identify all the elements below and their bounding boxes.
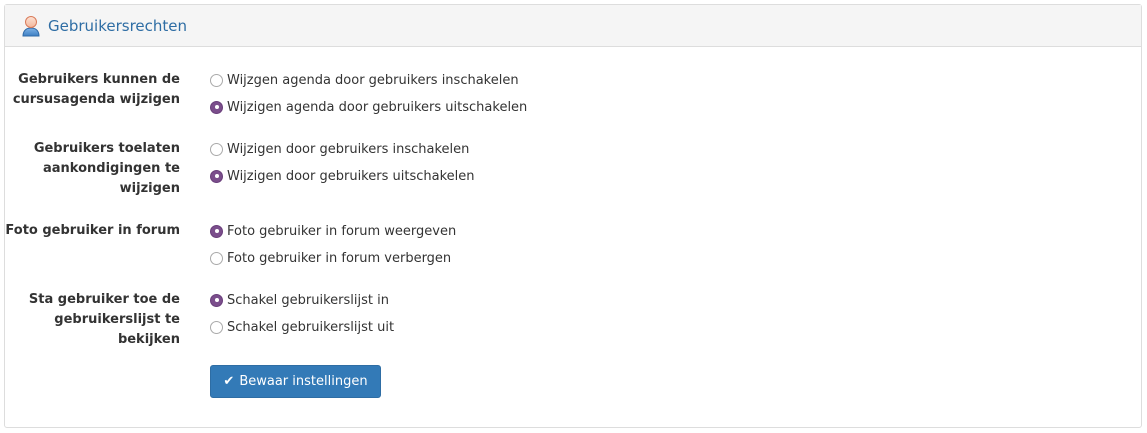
radio-label: Wijzigen agenda door gebruikers uitschak…	[227, 99, 528, 115]
radio-label: Foto gebruiker in forum verbergen	[227, 250, 452, 266]
radio-agenda-disable[interactable]: Wijzigen agenda door gebruikers uitschak…	[210, 97, 527, 117]
radio-button[interactable]	[210, 293, 223, 307]
check-icon: ✔	[223, 374, 235, 389]
radio-button[interactable]	[210, 320, 223, 334]
radio-button[interactable]	[210, 73, 223, 87]
radio-announcements-disable[interactable]: Wijzigen door gebruikers uitschakelen	[210, 166, 474, 186]
radio-button[interactable]	[210, 224, 223, 238]
radio-button[interactable]	[210, 251, 223, 265]
save-button-label: Bewaar instellingen	[239, 374, 368, 389]
radio-label: Foto gebruiker in forum weergeven	[227, 223, 457, 239]
radio-label: Schakel gebruikerslijst in	[227, 292, 389, 308]
save-settings-button[interactable]: ✔ Bewaar instellingen	[210, 365, 381, 398]
setting-label-userlist: Sta gebruiker toe de gebruikerslijst te …	[28, 292, 180, 347]
panel-title: Gebruikersrechten	[48, 16, 188, 35]
user-icon	[21, 15, 41, 37]
radio-userlist-disable[interactable]: Schakel gebruikerslijst uit	[210, 317, 394, 337]
radio-button[interactable]	[210, 142, 223, 156]
user-rights-panel: Gebruikersrechten Gebruikers kunnen de c…	[4, 4, 1142, 428]
setting-label-forum-photo: Foto gebruiker in forum	[5, 223, 180, 238]
radio-userlist-enable[interactable]: Schakel gebruikerslijst in	[210, 290, 389, 310]
radio-button[interactable]	[210, 169, 223, 183]
radio-label: Wijzigen door gebruikers inschakelen	[227, 141, 470, 157]
setting-label-announcements: Gebruikers toelaten aankondigingen te wi…	[33, 141, 180, 196]
radio-label: Schakel gebruikerslijst uit	[227, 319, 395, 335]
setting-label-agenda: Gebruikers kunnen de cursusagenda wijzig…	[12, 72, 180, 107]
radio-forum-photo-show[interactable]: Foto gebruiker in forum weergeven	[210, 221, 456, 241]
radio-label: Wijzigen door gebruikers uitschakelen	[227, 168, 475, 184]
radio-label: Wijzgen agenda door gebruikers inschakel…	[227, 72, 519, 88]
radio-announcements-enable[interactable]: Wijzigen door gebruikers inschakelen	[210, 139, 469, 159]
radio-button[interactable]	[210, 100, 223, 114]
panel-heading: Gebruikersrechten	[5, 5, 1141, 47]
radio-agenda-enable[interactable]: Wijzgen agenda door gebruikers inschakel…	[210, 70, 519, 90]
radio-forum-photo-hide[interactable]: Foto gebruiker in forum verbergen	[210, 248, 451, 268]
